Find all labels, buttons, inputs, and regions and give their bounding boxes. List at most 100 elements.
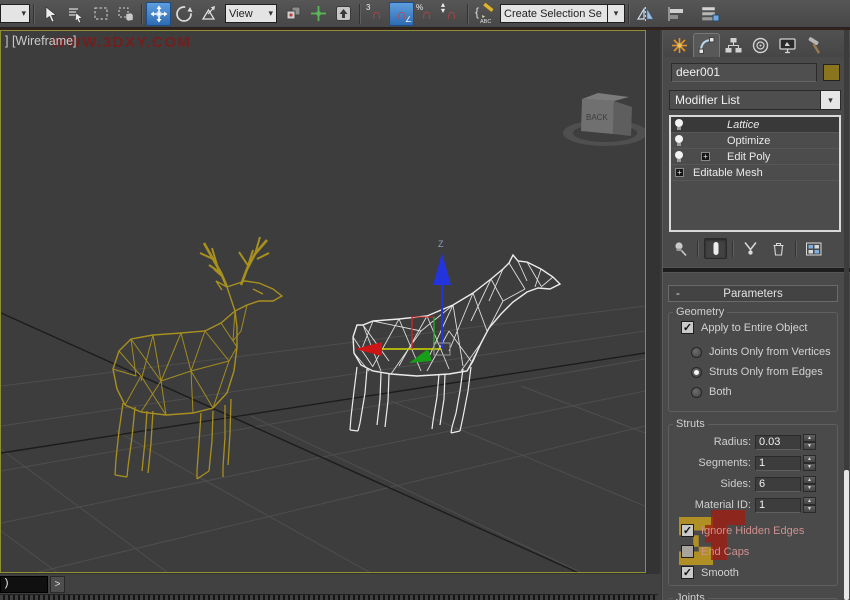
tab-modify[interactable] [693,33,720,57]
select-and-scale-button[interactable] [196,2,221,26]
pin-stack-button[interactable] [669,238,692,259]
move-gizmo[interactable]: Z [355,239,451,363]
modifier-list-dropdown-button[interactable]: ▾ [820,91,840,109]
lightbulb-icon[interactable] [675,151,684,162]
viewcube[interactable]: BACK [563,93,645,146]
stack-item-optimize[interactable]: Optimize [671,133,839,149]
selection-set-dropdown-button[interactable]: ▾ [608,4,625,23]
end-caps-checkbox[interactable]: End Caps [681,545,749,558]
select-and-move-button[interactable] [146,2,171,26]
radio-button[interactable] [691,367,702,378]
checkbox-box[interactable]: ✓ [681,321,694,334]
layer-manager-button[interactable] [697,2,722,26]
panel-divider-bar[interactable] [663,267,850,273]
select-and-rotate-button[interactable] [171,2,196,26]
stack-item-edit-poly[interactable]: + Edit Poly [671,149,839,165]
stack-item-lattice[interactable]: Lattice [671,117,839,133]
spin-up-icon[interactable]: ▲ [803,455,816,463]
object-name-field[interactable]: deer001 [671,63,817,82]
select-and-manipulate-button[interactable] [306,2,331,26]
gizmo-x-arrow-icon[interactable] [355,342,382,356]
make-unique-button[interactable] [739,238,762,259]
checkbox-box[interactable] [681,545,694,558]
both-radio[interactable]: Both [691,386,732,398]
joints-only-radio[interactable]: Joints Only from Vertices [691,346,831,358]
radius-field[interactable]: 0.03 [755,435,801,450]
sides-spinner[interactable]: ▲▼ [803,476,816,492]
spin-down-icon[interactable]: ▼ [803,505,816,513]
panel-scrollbar-thumb[interactable] [844,470,849,600]
ignore-hidden-edges-checkbox[interactable]: ✓ Ignore Hidden Edges [681,524,804,537]
list-cursor-icon [67,5,85,23]
spinner-snap-toggle-button[interactable]: ▴▾ ∩ [439,2,464,26]
smooth-checkbox[interactable]: ✓ Smooth [681,566,739,579]
spin-up-icon[interactable]: ▲ [803,497,816,505]
spin-up-icon[interactable]: ▲ [803,434,816,442]
sides-field[interactable]: 6 [755,477,801,492]
object-color-swatch[interactable] [823,64,840,81]
tab-create[interactable] [666,33,693,57]
undo-dropdown[interactable]: ▾ [0,4,30,23]
configure-modifier-sets-button[interactable] [802,238,825,259]
mirror-button[interactable] [633,2,658,26]
material-id-spinner[interactable]: ▲▼ [803,497,816,513]
command-panel-tabs [663,30,850,57]
svg-text:ABC: ABC [480,19,491,25]
edit-named-selection-sets-button[interactable]: { ABC [472,2,500,26]
checkbox-box[interactable]: ✓ [681,566,694,579]
segments-field[interactable]: 1 [755,456,801,471]
reference-coordinate-dropdown[interactable]: View ▾ [225,4,277,23]
listener-expand-button[interactable]: > [50,576,65,593]
end-result-icon [709,240,723,257]
checkbox-box[interactable]: ✓ [681,524,694,537]
remove-modifier-button[interactable] [767,238,790,259]
stack-item-editable-mesh[interactable]: + Editable Mesh [671,165,839,181]
keyboard-override-button[interactable] [331,2,356,26]
expand-icon[interactable]: + [701,152,710,161]
lightbulb-icon[interactable] [675,135,684,146]
radius-spinner[interactable]: ▲▼ [803,434,816,450]
material-id-field[interactable]: 1 [755,498,801,513]
use-pivot-point-button[interactable] [281,2,306,26]
expand-icon[interactable]: + [675,168,684,177]
segments-spinner[interactable]: ▲▼ [803,455,816,471]
lightbulb-icon[interactable] [675,119,684,130]
viewcube-right-face[interactable] [613,101,632,136]
dashed-rect-icon [92,5,110,23]
deer-stag-wireframe[interactable] [113,237,282,479]
parameters-rollout-header[interactable]: - Parameters [668,285,838,302]
modifier-list-dropdown[interactable]: Modifier List ▾ [669,90,841,110]
apply-entire-object-checkbox[interactable]: ✓ Apply to Entire Object [681,321,807,334]
spin-down-icon[interactable]: ▼ [803,463,816,471]
gizmo-z-arrow-icon[interactable] [433,253,451,285]
tab-utilities[interactable] [801,33,828,57]
snap-toggle-3d-button[interactable]: 3 ∩ [364,2,389,26]
show-end-result-button[interactable] [704,238,727,259]
toolbar-separator [697,241,699,257]
maxscript-mini-listener[interactable]: ) [0,576,48,593]
viewport-label[interactable]: ] [Wireframe] [5,34,77,48]
display-icon [778,36,797,55]
make-unique-icon [742,240,759,257]
percent-snap-toggle-button[interactable]: % ∩ [414,2,439,26]
select-by-name-button[interactable] [63,2,88,26]
named-selection-set-dropdown[interactable]: Create Selection Se [500,4,608,23]
tab-display[interactable] [774,33,801,57]
spin-down-icon[interactable]: ▼ [803,484,816,492]
rectangular-selection-button[interactable] [88,2,113,26]
viewport-canvas[interactable]: Z BACK [1,31,645,572]
angle-snap-toggle-button[interactable]: ∩ ∠ [389,2,414,26]
window-crossing-button[interactable] [113,2,138,26]
perspective-viewport[interactable]: ] [Wireframe] WWW.3DXY.COM [0,30,646,573]
align-button[interactable] [664,2,689,26]
tab-motion[interactable] [747,33,774,57]
radio-button[interactable] [691,387,702,398]
spin-up-icon[interactable]: ▲ [803,476,816,484]
tab-hierarchy[interactable] [720,33,747,57]
spin-down-icon[interactable]: ▼ [803,442,816,450]
track-bar[interactable] [0,594,658,600]
radio-button[interactable] [691,347,702,358]
select-object-button[interactable] [38,2,63,26]
struts-only-radio[interactable]: Struts Only from Edges [691,366,823,378]
sides-spinner-row: Sides: 6 ▲▼ [667,476,827,492]
